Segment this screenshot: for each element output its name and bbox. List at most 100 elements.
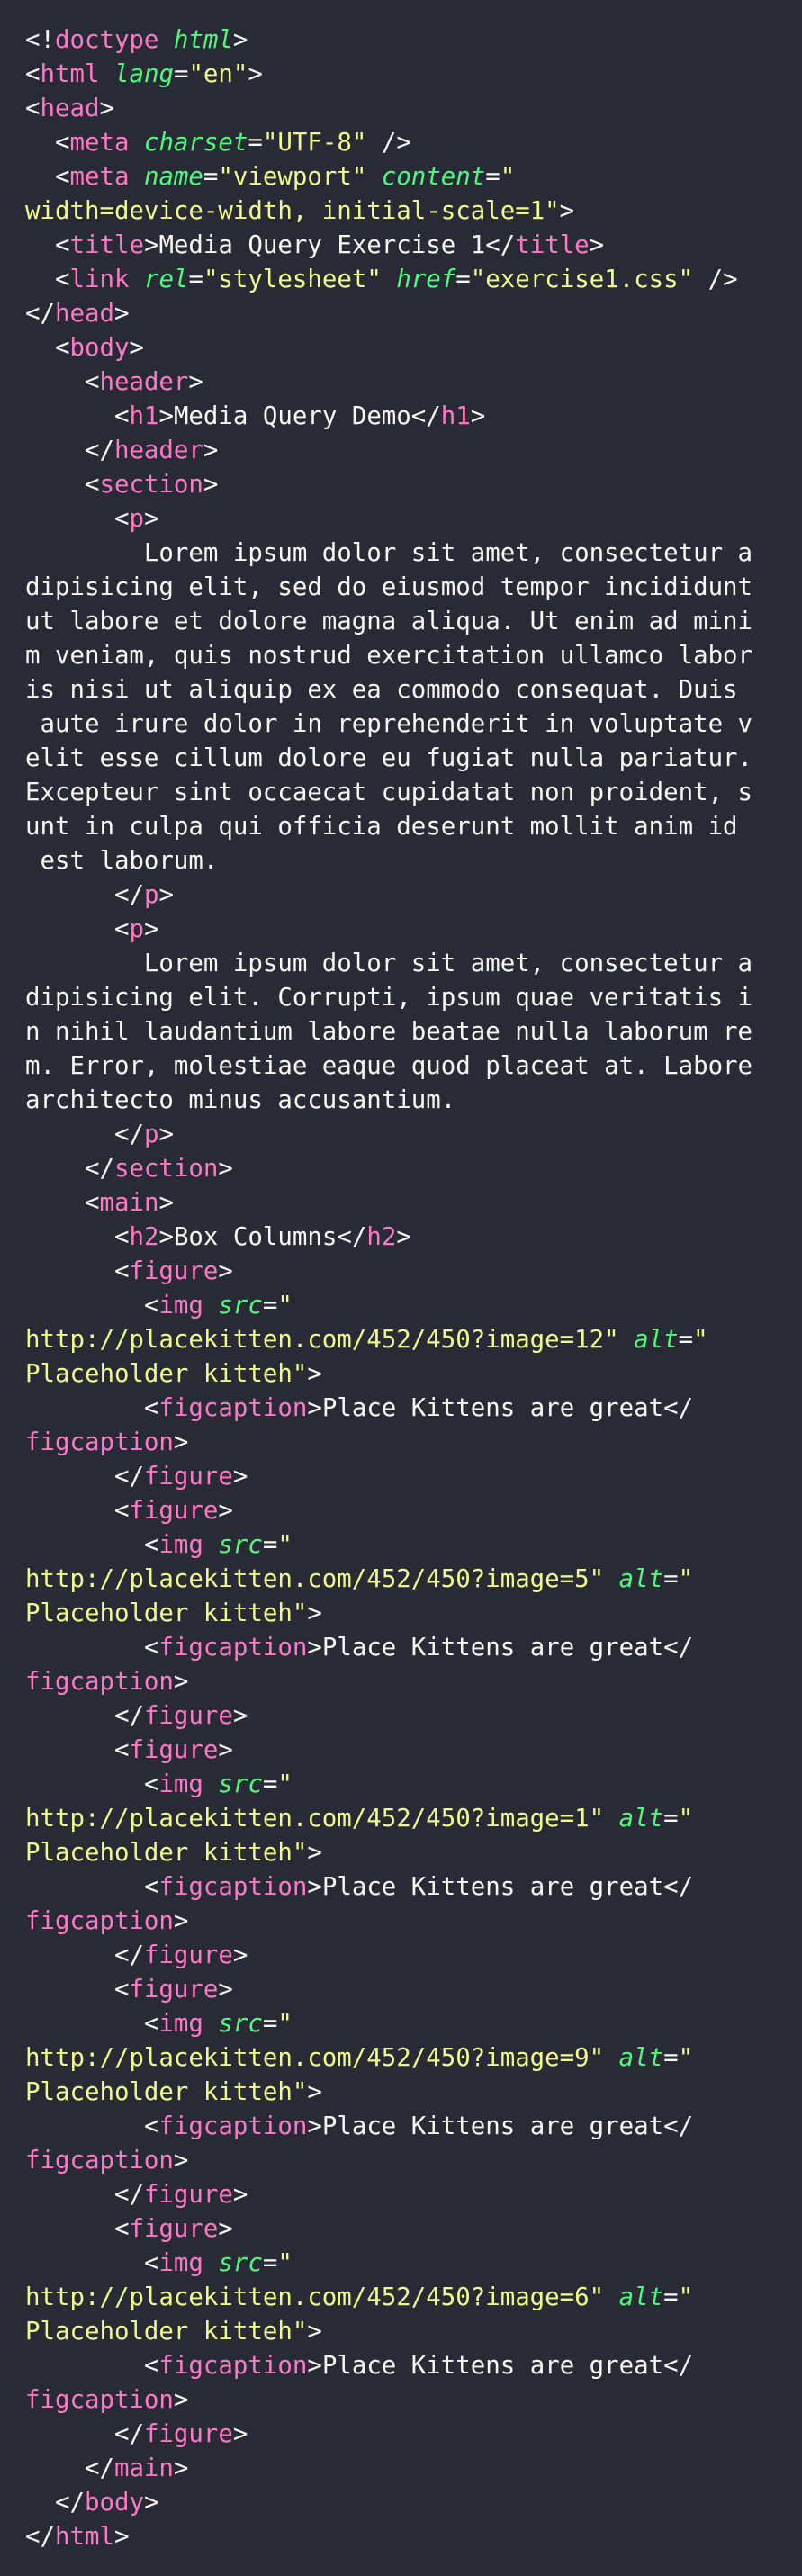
code-line: http://placekitten.com/452/450?image=6" …: [25, 2281, 781, 2315]
code-line: figcaption>: [25, 2144, 781, 2178]
punctuation-token: <: [113, 1497, 130, 1525]
tag-name-token: h1: [440, 402, 471, 430]
code-line: m. Error, molestiae eaque quod placeat a…: [25, 1049, 781, 1084]
tag-name-token: html: [54, 2523, 114, 2551]
code-line: architecto minus accusantium.: [25, 1084, 781, 1118]
punctuation-token: </: [84, 437, 114, 464]
code-line: </header>: [25, 434, 781, 468]
punctuation-token: >: [232, 2181, 248, 2209]
punctuation-token: =: [663, 2044, 679, 2072]
code-line: <figcaption>Place Kittens are great</: [25, 1392, 781, 1426]
code-line: ut labore et dolore magna aliqua. Ut eni…: [25, 605, 781, 639]
code-line: <figure>: [25, 2212, 781, 2247]
text-content-token: Place Kittens are great: [321, 1634, 664, 1662]
punctuation-token: >: [589, 231, 605, 259]
code-line: <!doctype html>: [25, 23, 781, 58]
tag-name-token: body: [69, 334, 130, 362]
attribute-name-token: alt: [618, 1565, 664, 1593]
attribute-name-token: charset: [143, 129, 248, 157]
punctuation-token: <: [25, 95, 41, 122]
tag-name-token: title: [69, 231, 144, 259]
punctuation-token: </: [25, 2523, 55, 2551]
text-content-token: dipisicing elit. Corrupti, ipsum quae ve…: [25, 984, 753, 1012]
punctuation-token: >: [307, 2352, 322, 2380]
tag-name-token: p: [129, 505, 144, 533]
code-line: </p>: [25, 878, 781, 913]
code-line: </head>: [25, 297, 781, 331]
punctuation-token: </: [54, 2489, 85, 2517]
punctuation-token: <: [143, 1292, 159, 1320]
punctuation-token: </: [113, 2181, 144, 2209]
punctuation-token: >: [470, 402, 486, 430]
punctuation-token: >: [143, 2489, 159, 2517]
string-value-token: Placeholder kitteh": [25, 1599, 308, 1627]
punctuation-token: >: [218, 1736, 233, 1764]
code-line: Placeholder kitteh">: [25, 2315, 781, 2349]
attribute-name-token: alt: [634, 1326, 679, 1354]
punctuation-token: >: [307, 2318, 322, 2346]
code-line: <body>: [25, 331, 781, 365]
tag-name-token: p: [129, 915, 144, 943]
punctuation-token: >: [143, 915, 159, 943]
punctuation-token: >: [173, 1428, 189, 1456]
string-value-token: "exercise1.css": [470, 266, 694, 293]
tag-name-token: figcaption: [158, 1873, 308, 1901]
punctuation-token: >: [173, 1668, 189, 1696]
punctuation-token: <: [54, 266, 70, 293]
string-value-token: ": [678, 1805, 694, 1833]
code-line: is nisi ut aliquip ex ea commodo consequ…: [25, 673, 781, 707]
code-line: </main>: [25, 2452, 781, 2486]
code-line: Placeholder kitteh">: [25, 1836, 781, 1870]
tag-name-token: link: [69, 266, 130, 293]
punctuation-token: >: [113, 300, 130, 328]
string-value-token: http://placekitten.com/452/450?image=6": [25, 2283, 605, 2311]
tag-name-token: figcaption: [158, 1394, 308, 1422]
attribute-name-token: href: [396, 266, 456, 293]
punctuation-token: <: [84, 471, 100, 499]
punctuation-token: >: [188, 368, 203, 396]
punctuation-token: />: [381, 129, 411, 157]
tag-name-token: head: [40, 95, 100, 122]
tag-name-token: img: [158, 1770, 203, 1798]
attribute-name-token: alt: [618, 1805, 664, 1833]
string-value-token: ": [678, 2283, 694, 2311]
punctuation-token: >: [307, 1839, 322, 1867]
punctuation-token: </: [410, 402, 441, 430]
punctuation-token: >: [203, 437, 219, 464]
string-value-token: ": [678, 2044, 694, 2072]
tag-name-token: meta: [69, 163, 130, 191]
text-content-token: Place Kittens are great: [321, 2352, 664, 2380]
code-line: <figcaption>Place Kittens are great</: [25, 1631, 781, 1665]
string-value-token: ": [277, 1770, 293, 1798]
punctuation-token: =: [663, 1805, 679, 1833]
punctuation-token: </: [663, 2352, 694, 2380]
punctuation-token: <: [25, 60, 41, 88]
punctuation-token: >: [307, 1634, 322, 1662]
punctuation-token: >: [173, 1907, 189, 1935]
text-content-token: dipisicing elit, sed do eiusmod tempor i…: [25, 573, 753, 601]
code-line: <figcaption>Place Kittens are great</: [25, 2349, 781, 2383]
tag-name-token: main: [99, 1189, 159, 1217]
tag-name-token: h2: [366, 1223, 397, 1251]
punctuation-token: >: [232, 1463, 248, 1491]
string-value-token: ": [693, 1326, 708, 1354]
code-line: <meta name="viewport" content=": [25, 160, 781, 194]
punctuation-token: </: [113, 1702, 144, 1730]
code-viewer: { "theme": { "background": "#282a36", "t…: [0, 0, 802, 2576]
string-value-token: Placeholder kitteh": [25, 1839, 308, 1867]
